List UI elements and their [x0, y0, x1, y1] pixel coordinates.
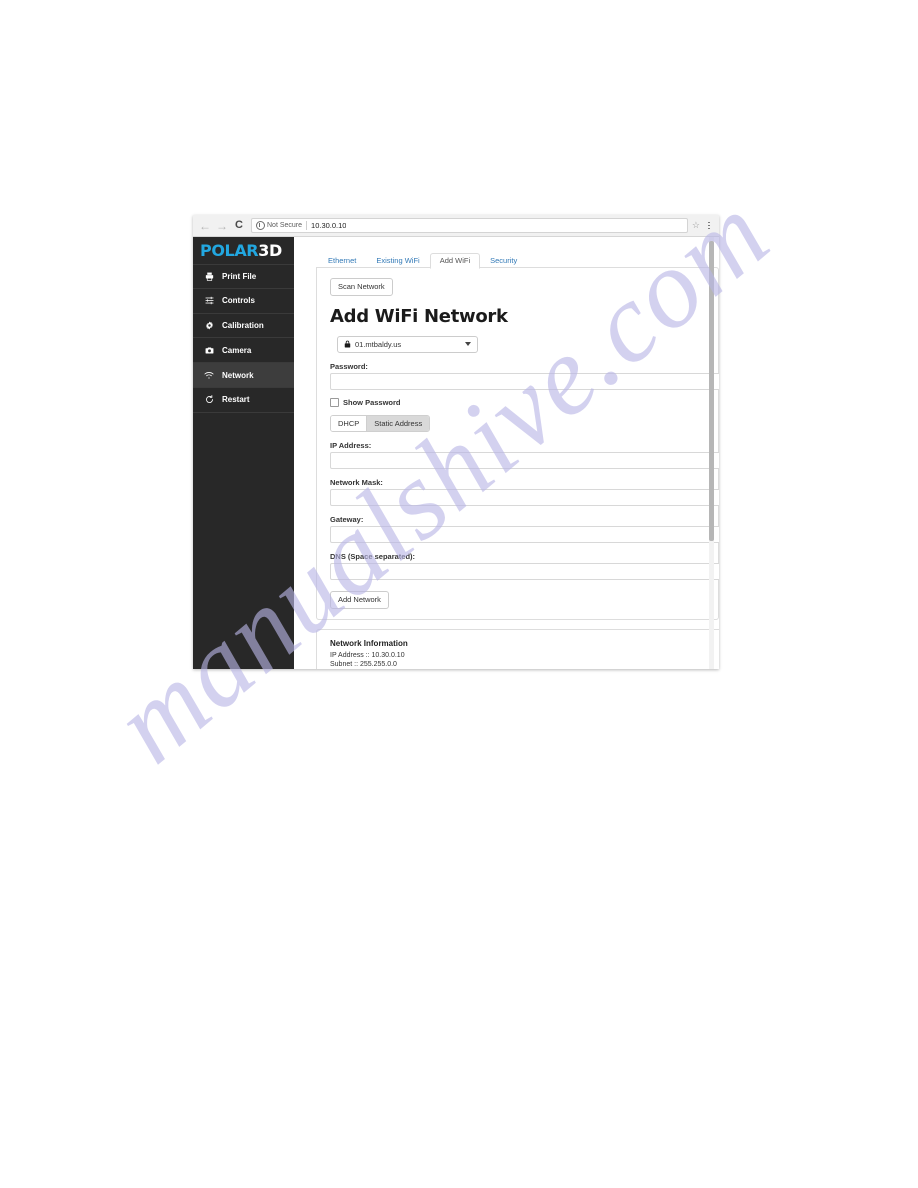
- network-info-ip: IP Address :: 10.30.0.10: [330, 651, 405, 659]
- back-arrow-icon[interactable]: ←: [197, 218, 213, 234]
- security-indicator[interactable]: Not Secure: [256, 221, 302, 230]
- page-scrollbar-thumb[interactable]: [709, 241, 714, 541]
- network-select-value: 01.mtbaldy.us: [355, 339, 402, 349]
- printer-icon: [202, 272, 216, 281]
- add-network-button[interactable]: Add Network: [330, 591, 389, 609]
- bookmark-star-icon[interactable]: ☆: [692, 221, 700, 230]
- logo-secondary-text: 3D: [258, 241, 282, 260]
- sidebar-item-label: Restart: [222, 395, 250, 405]
- camera-icon: [202, 346, 216, 355]
- main-content: Ethernet Existing WiFi Add WiFi Security…: [294, 237, 719, 669]
- show-password-label: Show Password: [343, 397, 401, 407]
- logo-primary-text: POLAR: [200, 241, 259, 260]
- ip-address-label: IP Address:: [330, 441, 372, 450]
- show-password-checkbox[interactable]: [330, 397, 339, 407]
- sidebar-item-restart[interactable]: Restart: [193, 388, 294, 413]
- tab-security[interactable]: Security: [480, 253, 527, 270]
- polar3d-logo: POLAR 3D: [193, 237, 294, 264]
- network-information-panel: Network Information IP Address :: 10.30.…: [316, 628, 719, 669]
- network-mask-label: Network Mask:: [330, 478, 383, 487]
- sidebar: POLAR 3D Print File Controls Calibration…: [193, 237, 294, 669]
- sidebar-item-label: Controls: [222, 296, 255, 306]
- reload-icon[interactable]: C: [231, 218, 247, 234]
- scan-network-button[interactable]: Scan Network: [330, 278, 393, 296]
- sidebar-item-camera[interactable]: Camera: [193, 338, 294, 364]
- gear-icon: [202, 321, 216, 330]
- url-text: 10.30.0.10: [311, 221, 347, 230]
- page-root: manualshive.com ← → C Not Secure 10.30.0…: [0, 0, 918, 1188]
- restart-icon: [202, 395, 216, 404]
- sidebar-item-calibration[interactable]: Calibration: [193, 314, 294, 339]
- sliders-icon: [202, 296, 216, 305]
- dns-label: DNS (Space separated):: [330, 552, 416, 561]
- address-mode-group: DHCP Static Address: [330, 414, 431, 432]
- sidebar-item-controls[interactable]: Controls: [193, 289, 294, 314]
- security-label: Not Secure: [267, 222, 303, 229]
- password-input[interactable]: [330, 372, 719, 390]
- browser-toolbar: ← → C Not Secure 10.30.0.10 ☆: [193, 215, 719, 237]
- tab-ethernet[interactable]: Ethernet: [318, 253, 366, 270]
- tab-existing-wifi[interactable]: Existing WiFi: [366, 253, 429, 270]
- page-viewport: POLAR 3D Print File Controls Calibration…: [193, 237, 719, 669]
- sidebar-item-network[interactable]: Network: [193, 363, 294, 388]
- network-info-subnet: Subnet :: 255.255.0.0: [330, 660, 397, 668]
- add-wifi-panel: Scan Network Add WiFi Network 01.mtbaldy…: [316, 267, 719, 620]
- lock-icon: [344, 340, 351, 348]
- sidebar-item-label: Print File: [222, 271, 257, 281]
- show-password-row[interactable]: Show Password: [330, 397, 718, 407]
- omnibox-divider: [306, 221, 308, 230]
- three-dot-menu-icon[interactable]: [703, 221, 715, 230]
- password-label: Password:: [330, 361, 368, 371]
- dhcp-button[interactable]: DHCP: [331, 415, 367, 431]
- sidebar-item-label: Camera: [222, 345, 252, 355]
- info-circle-icon: [256, 221, 265, 230]
- page-title: Add WiFi Network: [330, 305, 508, 327]
- static-address-button[interactable]: Static Address: [366, 415, 430, 431]
- sidebar-item-print-file[interactable]: Print File: [193, 264, 294, 289]
- sidebar-item-label: Calibration: [222, 320, 264, 330]
- gateway-label: Gateway:: [330, 515, 364, 524]
- network-select[interactable]: 01.mtbaldy.us: [337, 335, 478, 353]
- network-information-title: Network Information: [330, 638, 408, 648]
- tab-bar: Ethernet Existing WiFi Add WiFi Security: [316, 237, 719, 270]
- tab-add-wifi[interactable]: Add WiFi: [429, 252, 481, 269]
- gateway-input[interactable]: [330, 526, 719, 543]
- sidebar-item-label: Network: [222, 370, 254, 380]
- network-mask-input[interactable]: [330, 489, 719, 506]
- wifi-icon: [202, 371, 216, 380]
- ip-address-input[interactable]: [330, 452, 719, 469]
- dns-input[interactable]: [330, 563, 719, 580]
- address-bar[interactable]: Not Secure 10.30.0.10: [251, 218, 688, 233]
- chevron-down-icon: [465, 342, 471, 346]
- forward-arrow-icon[interactable]: →: [214, 218, 230, 234]
- browser-screenshot: ← → C Not Secure 10.30.0.10 ☆ POLAR 3D P…: [193, 215, 719, 669]
